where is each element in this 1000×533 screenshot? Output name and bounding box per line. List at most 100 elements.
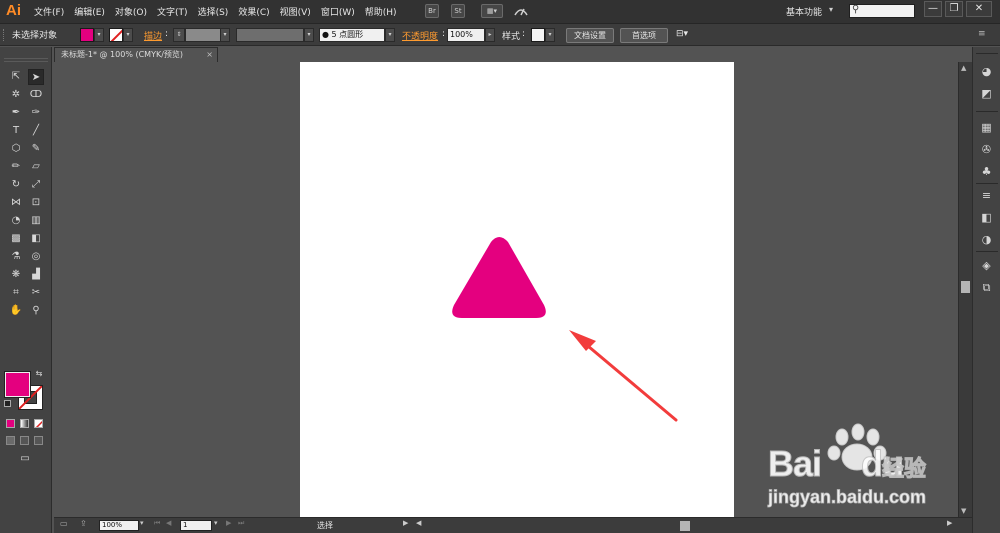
draw-normal-icon[interactable]	[6, 436, 15, 445]
mesh-tool-icon[interactable]: ▩	[8, 231, 24, 247]
vertical-scrollbar[interactable]: ▲ ▼	[958, 62, 972, 517]
line-tool-icon[interactable]: ╱	[28, 123, 44, 139]
zoom-field[interactable]: 100%	[99, 520, 139, 531]
polygon-tool-icon[interactable]: ⬡	[8, 141, 24, 157]
menu-select[interactable]: 选择(S)	[198, 5, 229, 18]
draw-behind-icon[interactable]	[20, 436, 29, 445]
opacity-field[interactable]: 100%	[447, 28, 485, 42]
eyedropper-icon[interactable]: ⚗	[8, 249, 24, 265]
menu-type[interactable]: 文字(T)	[157, 5, 188, 18]
draw-inside-icon[interactable]	[34, 436, 43, 445]
profile-dropdown[interactable]: ▾	[304, 28, 314, 42]
prev-page-icon[interactable]: ◀	[166, 519, 171, 527]
scale-tool-icon[interactable]: ⤢	[28, 177, 44, 193]
bridge-button[interactable]: Br	[425, 4, 439, 18]
none-mode-icon[interactable]	[34, 419, 43, 428]
eraser-icon[interactable]: ▱	[28, 159, 44, 175]
style-dropdown[interactable]: ▾	[545, 28, 555, 42]
artboard-tool-icon[interactable]: ⌗	[8, 285, 24, 301]
stroke-label[interactable]: 描边	[144, 29, 162, 42]
stroke-weight-field[interactable]	[185, 28, 221, 42]
scroll-down-icon[interactable]: ▼	[961, 507, 966, 515]
share-icon[interactable]: ⇪	[80, 519, 87, 528]
page-dropdown-icon[interactable]: ▾	[214, 519, 218, 527]
vertical-scroll-thumb[interactable]	[961, 281, 970, 293]
artboards-panel-icon[interactable]: ⧉	[978, 279, 995, 296]
color-mode-icon[interactable]	[6, 419, 15, 428]
artboard[interactable]	[300, 62, 734, 517]
scroll-left-icon[interactable]: ◀	[416, 519, 421, 527]
scroll-up-icon[interactable]: ▲	[961, 64, 966, 72]
fill-dropdown[interactable]: ▾	[94, 28, 104, 42]
graphic-style-swatch[interactable]	[531, 28, 545, 42]
blend-tool-icon[interactable]: ◎	[28, 249, 44, 265]
zoom-tool-icon[interactable]: ⚲	[28, 303, 44, 319]
document-setup-button[interactable]: 文档设置	[566, 28, 614, 43]
slice-tool-icon[interactable]: ✂	[28, 285, 44, 301]
close-icon[interactable]: ×	[206, 48, 213, 62]
default-colors-icon[interactable]	[4, 400, 11, 407]
zoom-dropdown-icon[interactable]: ▾	[140, 519, 144, 527]
opacity-dropdown[interactable]: ▸	[485, 28, 495, 42]
restore-button[interactable]: ❐	[945, 1, 963, 17]
magic-wand-icon[interactable]: ✲	[8, 87, 24, 103]
brush-dropdown[interactable]: ▾	[385, 28, 395, 42]
fill-color-box[interactable]	[5, 372, 30, 397]
stroke-weight-dropdown[interactable]: ▾	[220, 28, 230, 42]
variable-width-profile[interactable]	[236, 28, 304, 42]
menu-help[interactable]: 帮助(H)	[365, 5, 397, 18]
stroke-weight-stepper[interactable]: ⇕	[173, 28, 185, 42]
gradient-mode-icon[interactable]	[20, 419, 29, 428]
canvas-area[interactable]	[54, 62, 958, 517]
swap-colors-icon[interactable]: ⇆	[34, 369, 44, 379]
stroke-dropdown[interactable]: ▾	[123, 28, 133, 42]
color-panel-icon[interactable]: ◕	[978, 63, 995, 80]
help-search-input[interactable]: ⚲	[849, 4, 915, 18]
brushes-panel-icon[interactable]: ✇	[978, 141, 995, 158]
selection-tool-icon[interactable]: ➤	[28, 69, 44, 85]
page-field[interactable]: 1	[180, 520, 212, 531]
width-tool-icon[interactable]: ⋈	[8, 195, 24, 211]
stock-button[interactable]: St	[451, 4, 465, 18]
graph-tool-icon[interactable]: ▟	[28, 267, 44, 283]
dock-grip[interactable]	[976, 53, 998, 54]
scroll-right-icon[interactable]: ▶	[947, 519, 952, 527]
gradient-panel-icon[interactable]: ◧	[978, 209, 995, 226]
preferences-button[interactable]: 首选项	[620, 28, 668, 43]
last-page-icon[interactable]: ⏭	[238, 519, 244, 528]
gradient-tool-icon[interactable]: ◧	[28, 231, 44, 247]
perspective-grid-icon[interactable]: ▥	[28, 213, 44, 229]
menu-edit[interactable]: 编辑(E)	[74, 5, 105, 18]
menu-file[interactable]: 文件(F)	[34, 5, 64, 18]
gpu-performance-icon[interactable]	[513, 4, 529, 18]
menu-effect[interactable]: 效果(C)	[238, 5, 269, 18]
transparency-panel-icon[interactable]: ◑	[978, 231, 995, 248]
screen-mode-icon[interactable]: ▭	[17, 451, 33, 467]
lasso-icon[interactable]: ↀ	[28, 87, 44, 103]
menu-object[interactable]: 对象(O)	[115, 5, 147, 18]
shape-builder-icon[interactable]: ◔	[8, 213, 24, 229]
close-button[interactable]: ✕	[966, 1, 992, 17]
status-menu-icon[interactable]: ▶	[403, 519, 408, 527]
symbols-panel-icon[interactable]: ♣	[978, 163, 995, 180]
layers-panel-icon[interactable]: ◈	[978, 257, 995, 274]
horizontal-scroll-thumb[interactable]	[680, 521, 690, 531]
first-page-icon[interactable]: ⏮	[154, 519, 160, 528]
chevron-down-icon[interactable]: ▾	[829, 5, 833, 14]
panel-menu-icon[interactable]: ≡	[978, 29, 986, 39]
type-tool-icon[interactable]: T	[8, 123, 24, 139]
panel-grip[interactable]	[3, 29, 6, 41]
menu-window[interactable]: 窗口(W)	[321, 5, 355, 18]
pen-tool-icon[interactable]: ✒	[8, 105, 24, 121]
paintbrush-icon[interactable]: ✎	[28, 141, 44, 157]
hand-tool-icon[interactable]: ✋	[8, 303, 24, 319]
free-transform-icon[interactable]: ⊡	[28, 195, 44, 211]
stroke-panel-icon[interactable]: ≡	[978, 187, 995, 204]
stroke-color-swatch[interactable]	[109, 28, 123, 42]
rounded-triangle-shape[interactable]	[452, 237, 546, 318]
minimize-button[interactable]: —	[924, 1, 942, 17]
menu-view[interactable]: 视图(V)	[280, 5, 311, 18]
rotate-tool-icon[interactable]: ↻	[8, 177, 24, 193]
next-page-icon[interactable]: ▶	[226, 519, 231, 527]
workspace-switcher[interactable]: 基本功能	[786, 5, 822, 18]
